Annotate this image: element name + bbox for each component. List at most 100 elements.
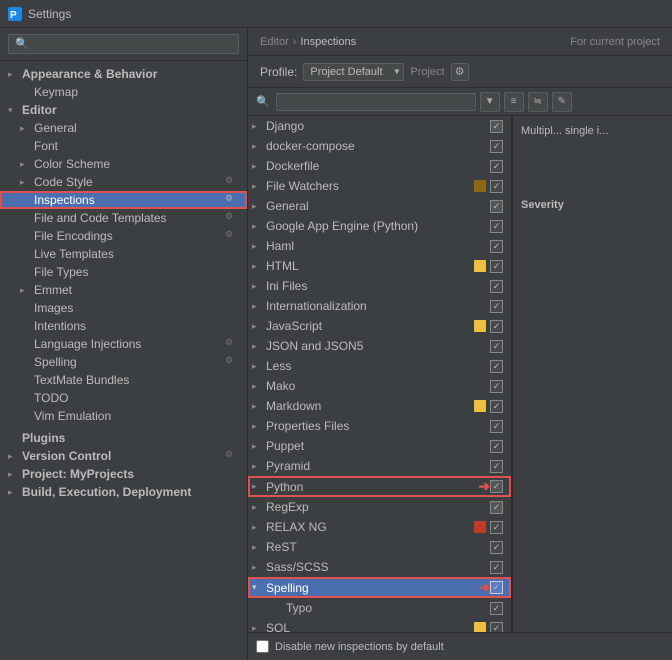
profile-select[interactable]: Project Default [303,63,404,81]
insp-checkbox[interactable] [490,501,503,514]
insp-item-spelling[interactable]: ▾ Spelling ➜ [248,577,511,598]
sidebar-item-project[interactable]: ▸ Project: MyProjects [0,465,247,483]
sidebar-item-build[interactable]: ▸ Build, Execution, Deployment [0,483,247,501]
insp-checkbox[interactable] [490,581,503,594]
insp-label: Puppet [266,439,490,453]
insp-item-docker-compose[interactable]: ▸ docker-compose [248,136,511,156]
sidebar-item-language-injections[interactable]: Language Injections ⚙ [0,335,247,353]
sidebar-item-plugins[interactable]: Plugins [0,429,247,447]
insp-item-javascript[interactable]: ▸ JavaScript [248,316,511,336]
sidebar-item-keymap[interactable]: Keymap [0,83,247,101]
sidebar-search-input[interactable] [8,34,239,54]
insp-checkbox[interactable] [490,200,503,213]
breadcrumb-editor[interactable]: Editor [260,36,289,48]
insp-checkbox[interactable] [490,541,503,554]
insp-item-puppet[interactable]: ▸ Puppet [248,436,511,456]
insp-item-json[interactable]: ▸ JSON and JSON5 [248,336,511,356]
insp-checkbox[interactable] [490,300,503,313]
sidebar-item-font[interactable]: Font [0,137,247,155]
insp-item-less[interactable]: ▸ Less [248,356,511,376]
insp-checkbox[interactable] [490,260,503,273]
sidebar-item-vim[interactable]: Vim Emulation [0,407,247,425]
insp-checkbox[interactable] [490,521,503,534]
insp-item-regexp[interactable]: ▸ RegExp [248,497,511,517]
insp-checkbox[interactable] [490,360,503,373]
arrow-icon: ▸ [252,441,266,452]
insp-checkbox[interactable] [490,180,503,193]
sidebar-item-appearance[interactable]: ▸ Appearance & Behavior [0,65,247,83]
insp-item-django[interactable]: ▸ Django [248,116,511,136]
project-link[interactable]: For current project [570,36,660,48]
insp-item-rest[interactable]: ▸ ReST [248,537,511,557]
edit-button[interactable]: ✎ [552,92,572,112]
sidebar-item-todo[interactable]: TODO [0,389,247,407]
insp-label: File Watchers [266,179,474,193]
sidebar-item-live-templates[interactable]: Live Templates [0,245,247,263]
sidebar-item-editor[interactable]: ▾ Editor [0,101,247,119]
insp-checkbox[interactable] [490,340,503,353]
insp-item-general[interactable]: ▸ General [248,196,511,216]
arrow-icon: ▸ [252,542,266,553]
sidebar-item-version-control[interactable]: ▸ Version Control ⚙ [0,447,247,465]
sidebar-item-file-encodings[interactable]: File Encodings ⚙ [0,227,247,245]
insp-checkbox[interactable] [490,420,503,433]
insp-checkbox[interactable] [490,440,503,453]
arrow-icon: ▸ [252,301,266,312]
insp-checkbox[interactable] [490,460,503,473]
arrow-icon: ▸ [20,159,32,170]
insp-item-ini-files[interactable]: ▸ Ini Files [248,276,511,296]
insp-item-mako[interactable]: ▸ Mako [248,376,511,396]
sidebar-item-images[interactable]: Images [0,299,247,317]
sidebar-item-label: TextMate Bundles [34,373,239,387]
sidebar-item-spelling[interactable]: Spelling ⚙ [0,353,247,371]
expand-all-button[interactable]: ≡ [504,92,524,112]
sidebar-item-file-types[interactable]: File Types [0,263,247,281]
insp-checkbox[interactable] [490,602,503,615]
collapse-all-button[interactable]: ≒ [528,92,548,112]
insp-item-sass[interactable]: ▸ Sass/SCSS [248,557,511,577]
insp-checkbox[interactable] [490,480,503,493]
sidebar-item-intentions[interactable]: Intentions [0,317,247,335]
sidebar-item-textmate[interactable]: TextMate Bundles [0,371,247,389]
arrow-icon: ▸ [252,502,266,513]
insp-item-html[interactable]: ▸ HTML [248,256,511,276]
arrow-icon: ▸ [252,221,266,232]
insp-checkbox[interactable] [490,240,503,253]
insp-item-sql[interactable]: ▸ SQL [248,618,511,632]
insp-item-haml[interactable]: ▸ Haml [248,236,511,256]
filter-button[interactable]: ▼ [480,92,500,112]
sidebar-item-label: Color Scheme [34,157,239,171]
insp-item-i18n[interactable]: ▸ Internationalization [248,296,511,316]
insp-item-relax-ng[interactable]: ▸ RELAX NG [248,517,511,537]
insp-checkbox[interactable] [490,561,503,574]
insp-item-python[interactable]: ▸ Python ➜ [248,476,511,497]
insp-item-properties[interactable]: ▸ Properties Files [248,416,511,436]
disable-inspections-checkbox[interactable] [256,640,269,653]
insp-checkbox[interactable] [490,120,503,133]
breadcrumb-separator: › [293,36,297,48]
sidebar-item-code-style[interactable]: ▸ Code Style ⚙ [0,173,247,191]
insp-checkbox[interactable] [490,160,503,173]
sidebar-item-emmet[interactable]: ▸ Emmet [0,281,247,299]
insp-item-file-watchers[interactable]: ▸ File Watchers [248,176,511,196]
sidebar-item-inspections[interactable]: Inspections ⚙ [0,191,247,209]
profile-gear-button[interactable]: ⚙ [451,63,469,81]
insp-item-pyramid[interactable]: ▸ Pyramid [248,456,511,476]
insp-checkbox[interactable] [490,380,503,393]
sidebar-item-general[interactable]: ▸ General [0,119,247,137]
insp-item-dockerfile[interactable]: ▸ Dockerfile [248,156,511,176]
insp-item-google-app-engine[interactable]: ▸ Google App Engine (Python) [248,216,511,236]
sidebar-item-color-scheme[interactable]: ▸ Color Scheme [0,155,247,173]
inspections-search-input[interactable] [276,93,476,111]
insp-item-typo[interactable]: Typo [248,598,511,618]
sidebar-item-label: Spelling [34,355,221,369]
insp-checkbox[interactable] [490,140,503,153]
insp-item-markdown[interactable]: ▸ Markdown [248,396,511,416]
insp-checkbox[interactable] [490,320,503,333]
insp-checkbox[interactable] [490,400,503,413]
insp-checkbox[interactable] [490,280,503,293]
arrow-icon [20,303,32,313]
insp-checkbox[interactable] [490,622,503,633]
sidebar-item-file-templates[interactable]: File and Code Templates ⚙ [0,209,247,227]
insp-checkbox[interactable] [490,220,503,233]
